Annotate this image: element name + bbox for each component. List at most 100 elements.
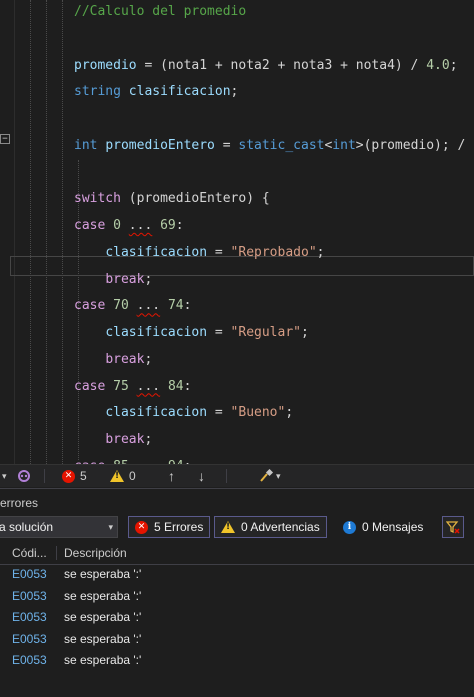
code-line[interactable]: string clasificacion;	[74, 81, 238, 103]
code-line[interactable]: int promedioEntero = static_cast<int>(pr…	[74, 135, 465, 157]
error-code-link[interactable]: E0053	[12, 607, 47, 628]
code-line[interactable]: clasificacion = "Regular";	[74, 322, 309, 344]
clear-filter-button[interactable]	[442, 516, 464, 538]
code-token: break	[105, 271, 145, 287]
editor-status-bar: ▾ ✕ 5 0 ↑ ↓ ▾	[0, 464, 474, 487]
code-line[interactable]: break;	[74, 349, 152, 371]
code-token: 75	[113, 378, 129, 394]
messages-filter-label: 0 Mensajes	[362, 520, 424, 534]
code-line[interactable]: case 0 ... 69:	[74, 215, 184, 237]
indent-guide	[30, 0, 31, 464]
code-token: = (nota1 + nota2 + nota3 + nota4) /	[136, 57, 427, 73]
column-header-description[interactable]: Descripción	[64, 542, 127, 564]
warning-icon	[221, 521, 235, 533]
error-marker	[0, 654, 4, 667]
code-line[interactable]: //Calculo del promedio	[74, 1, 246, 23]
error-code-link[interactable]: E0053	[12, 650, 47, 671]
code-token: 84	[167, 378, 184, 394]
error-code-link[interactable]: E0053	[12, 564, 47, 585]
filter-icon	[446, 521, 460, 534]
code-line[interactable]: break;	[74, 429, 152, 451]
code-token: //Calculo del promedio	[74, 4, 247, 19]
errors-filter-label: 5 Errores	[154, 520, 204, 534]
code-line[interactable]: clasificacion = "Reprobado";	[74, 242, 324, 264]
code-line[interactable]: break;	[74, 269, 152, 291]
indent-guide	[62, 0, 63, 464]
error-icon: ✕	[62, 469, 75, 483]
code-token: case	[74, 298, 106, 314]
fold-toggle-icon[interactable]: −	[0, 134, 10, 144]
code-editor[interactable]: − //Calculo del promedio promedio = (nota…	[0, 0, 474, 464]
chevron-down-icon: ▾	[276, 471, 281, 481]
error-code-link[interactable]: E0053	[12, 629, 47, 650]
table-row[interactable]: E0053 se esperaba ':'	[0, 564, 474, 585]
table-row[interactable]: E0053 se esperaba ':'	[0, 629, 474, 650]
code-token: "Reprobado"	[230, 244, 317, 260]
error-count: 5	[80, 469, 87, 483]
error-code-link[interactable]: E0053	[12, 586, 47, 607]
code-token: case	[74, 378, 106, 394]
code-token: 0	[113, 218, 121, 233]
code-line[interactable]: switch (promedioEntero) {	[74, 188, 270, 210]
code-token: promedio	[74, 57, 137, 73]
code-token: 4.0	[426, 57, 450, 73]
messages-filter-toggle[interactable]: i 0 Mensajes	[336, 516, 430, 538]
table-row[interactable]: E0053 se esperaba ':'	[0, 607, 474, 628]
code-token: switch	[74, 191, 121, 207]
code-token: ...	[136, 298, 161, 314]
code-line[interactable]: case 85 ... 94:	[74, 456, 191, 464]
code-token: clasificacion	[105, 325, 208, 340]
code-cleanup-button[interactable]: ▾	[258, 465, 281, 487]
error-marker	[0, 633, 4, 646]
column-divider[interactable]	[56, 546, 57, 560]
code-token: break	[105, 351, 145, 367]
code-line[interactable]: case 70 ... 74:	[74, 295, 191, 317]
code-token: :	[175, 218, 184, 233]
indent-guide	[46, 0, 47, 464]
code-line[interactable]: clasificacion = "Bueno";	[74, 402, 293, 424]
code-token: 70	[113, 298, 129, 314]
errors-filter-toggle[interactable]: ✕ 5 Errores	[128, 516, 211, 538]
code-line[interactable]: case 75 ... 84:	[74, 376, 191, 398]
table-row[interactable]: E0053 se esperaba ':'	[0, 650, 474, 671]
code-token: ;	[449, 57, 458, 73]
column-header-code[interactable]: Códi...	[12, 542, 47, 564]
code-line[interactable]: promedio = (nota1 + nota2 + nota3 + nota…	[74, 55, 458, 77]
code-token: clasificacion	[105, 405, 208, 421]
table-row[interactable]: E0053 se esperaba ':'	[0, 586, 474, 607]
warning-indicator[interactable]: 0	[110, 465, 136, 487]
code-token: =	[207, 405, 231, 421]
warning-icon	[110, 470, 124, 482]
next-issue-arrow-icon[interactable]: ↓	[198, 465, 205, 487]
code-token: case	[74, 218, 106, 233]
scope-dropdown[interactable]: a solución ▾	[0, 516, 118, 538]
error-description: se esperaba ':'	[64, 653, 142, 667]
code-token: ;	[301, 325, 309, 340]
error-description: se esperaba ':'	[64, 588, 142, 603]
info-icon: i	[343, 520, 356, 534]
previous-issue-arrow-icon[interactable]: ↑	[168, 465, 175, 487]
code-token: int	[332, 137, 356, 153]
code-token: (promedioEntero) {	[120, 191, 270, 207]
warnings-filter-toggle[interactable]: 0 Advertencias	[214, 516, 327, 538]
column-resize-handle[interactable]	[0, 542, 8, 564]
warning-count: 0	[129, 469, 136, 483]
copilot-icon[interactable]	[16, 465, 32, 487]
code-token: clasificacion	[128, 84, 231, 100]
fold-gutter: −	[0, 0, 15, 464]
dropdown-arrow-icon[interactable]: ▾	[2, 465, 7, 487]
error-marker	[0, 590, 4, 603]
error-icon: ✕	[135, 520, 148, 534]
code-token: =	[207, 244, 231, 260]
error-indicator[interactable]: ✕ 5	[62, 465, 87, 487]
